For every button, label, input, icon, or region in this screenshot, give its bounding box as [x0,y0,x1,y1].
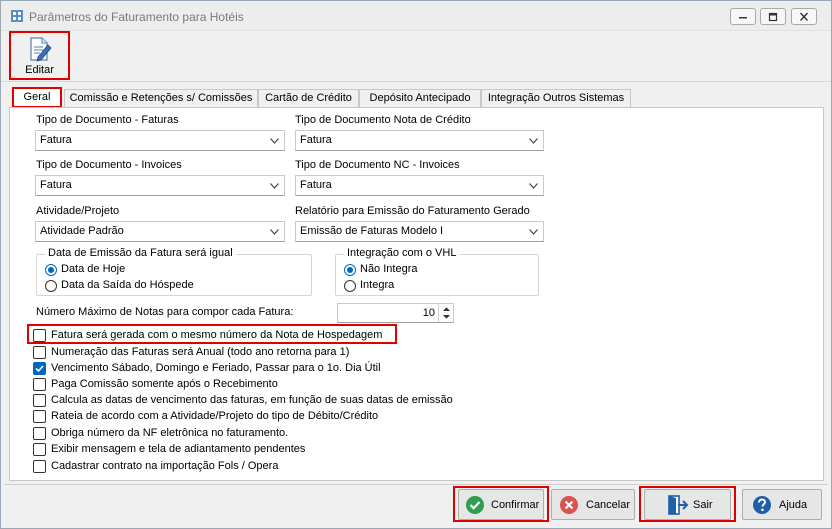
tipo-doc-nc-invoices-select[interactable]: Fatura [295,175,544,196]
title-bar: Parâmetros do Faturamento para Hotéis [1,1,831,31]
edit-button[interactable]: Editar [9,31,70,80]
tab-comissao[interactable]: Comissão e Retenções s/ Comissões [64,89,258,107]
radio-indicator [45,280,57,292]
checkbox-indicator [33,427,46,440]
edit-document-icon [30,37,52,62]
close-icon [799,12,809,21]
tab-deposito-antecipado[interactable]: Depósito Antecipado [359,89,481,107]
chevron-down-icon [270,183,279,189]
max-notas-label: Número Máximo de Notas para compor cada … [36,306,294,318]
atividade-projeto-label: Atividade/Projeto [36,205,120,217]
tab-panel-geral: Tipo de Documento - Faturas Fatura Tipo … [9,107,824,481]
toolbar-divider [1,81,831,82]
max-notas-value: 10 [422,307,435,319]
parametros-window: Parâmetros do Faturamento para Hotéis Ed… [0,0,832,529]
tipo-doc-faturas-select[interactable]: Fatura [35,130,285,151]
max-notas-spinner[interactable]: 10 [337,303,454,323]
radio-indicator [344,280,356,292]
chevron-down-icon [270,229,279,235]
app-icon [11,10,23,22]
minimize-button[interactable] [730,8,756,25]
chevron-down-icon [529,138,538,144]
checkbox-label: Calcula as datas de vencimento das fatur… [51,394,453,406]
select-value: Atividade Padrão [40,225,124,237]
checkbox-label: Rateia de acordo com a Atividade/Projeto… [51,410,379,422]
tipo-doc-nota-credito-select[interactable]: Fatura [295,130,544,151]
checkbox-label: Vencimento Sábado, Domingo e Feriado, Pa… [51,362,381,374]
data-emissao-group: Data de Emissão da Fatura será igual Dat… [36,247,312,296]
checkbox-indicator [33,378,46,391]
spinner-arrows[interactable] [438,304,453,322]
restore-button[interactable] [760,8,786,25]
checkbox-label: Exibir mensagem e tela de adiantamento p… [51,443,306,455]
tab-label: Geral [23,91,51,103]
checkbox-indicator [33,460,46,473]
highlight-frame [27,324,397,344]
relatorio-emissao-select[interactable]: Emissão de Faturas Modelo I [295,221,544,242]
select-value: Fatura [300,134,332,146]
chevron-up-icon [443,307,450,312]
checkbox-label: Obriga número da NF eletrônica no fatura… [51,427,289,439]
radio-label: Não Integra [360,263,418,275]
tab-cartao-credito[interactable]: Cartão de Crédito [258,89,359,107]
checkbox-label: Numeração das Faturas será Anual (todo a… [51,346,350,358]
radio-label: Data de Hoje [61,263,126,275]
tab-label: Cartão de Crédito [265,92,352,104]
tipo-doc-nota-credito-label: Tipo de Documento Nota de Crédito [295,114,471,126]
checkbox-indicator [33,443,46,456]
radio-label: Data da Saída do Hóspede [61,279,194,291]
integracao-vhl-group: Integração com o VHL Não Integra Integra [335,247,539,296]
tipo-doc-invoices-select[interactable]: Fatura [35,175,285,196]
check-circle-icon [466,496,484,514]
sair-button[interactable]: Sair [644,489,731,520]
exit-door-icon [668,495,689,515]
button-label: Cancelar [586,499,631,511]
chevron-down-icon [443,314,450,319]
checkbox-indicator [33,346,46,359]
tab-geral[interactable]: Geral [12,87,62,108]
tab-integracao-outros[interactable]: Integração Outros Sistemas [481,89,631,107]
window-title: Parâmetros do Faturamento para Hotéis [29,10,244,24]
cancelar-button[interactable]: Cancelar [551,489,635,520]
tipo-doc-nc-invoices-label: Tipo de Documento NC - Invoices [295,159,460,171]
button-label: Ajuda [779,499,808,511]
edit-button-label: Editar [25,64,54,76]
select-value: Fatura [300,179,332,191]
relatorio-emissao-label: Relatório para Emissão do Faturamento Ge… [295,205,530,217]
tipo-doc-faturas-label: Tipo de Documento - Faturas [36,114,179,126]
button-label: Confirmar [491,499,540,511]
tipo-doc-invoices-label: Tipo de Documento - Invoices [36,159,182,171]
confirmar-button[interactable]: Confirmar [458,489,544,520]
checkbox-indicator [33,410,46,423]
ajuda-button[interactable]: Ajuda [742,489,822,520]
chevron-down-icon [529,183,538,189]
button-label: Sair [693,499,713,511]
select-value: Emissão de Faturas Modelo I [300,225,444,237]
toolbar: Editar [1,31,831,83]
chevron-down-icon [529,229,538,235]
close-button[interactable] [791,8,817,25]
tab-label: Comissão e Retenções s/ Comissões [69,92,253,104]
radio-label: Integra [360,279,395,291]
checkbox-label: Paga Comissão somente após o Recebimento [51,378,278,390]
tab-label: Integração Outros Sistemas [487,92,625,104]
atividade-projeto-select[interactable]: Atividade Padrão [35,221,285,242]
radio-indicator [45,264,57,276]
check-icon [35,365,44,373]
cancel-circle-icon [560,496,578,514]
integracao-vhl-group-title: Integração com o VHL [344,247,460,259]
radio-indicator [344,264,356,276]
footer-divider [4,484,828,485]
checkbox-indicator [33,394,46,407]
checkbox-label: Cadastrar contrato na importação Fols / … [51,460,279,472]
tab-label: Depósito Antecipado [369,92,471,104]
restore-icon [768,12,778,22]
help-icon [753,496,771,514]
select-value: Fatura [40,179,72,191]
data-emissao-group-title: Data de Emissão da Fatura será igual [45,247,236,259]
chevron-down-icon [270,138,279,144]
checkbox-indicator [33,362,46,375]
minimize-icon [739,17,747,19]
select-value: Fatura [40,134,72,146]
